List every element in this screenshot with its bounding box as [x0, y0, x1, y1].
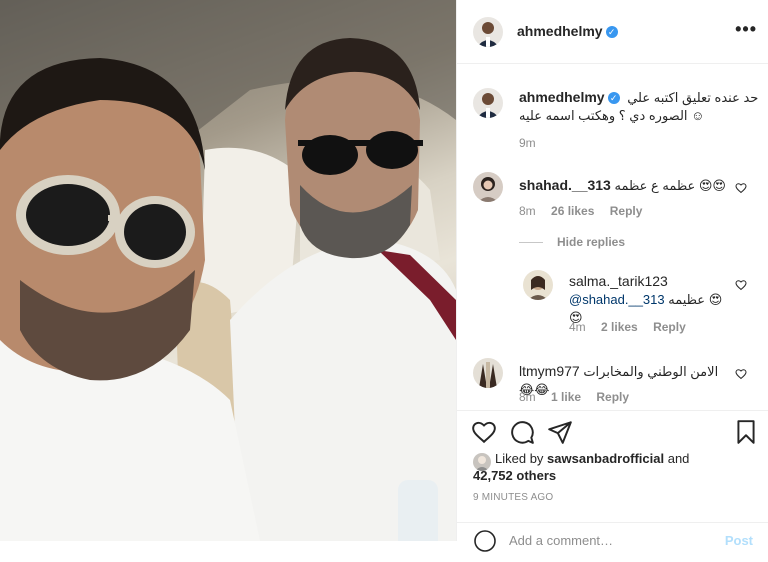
comment-avatar[interactable]	[473, 172, 503, 202]
comment-text: عظمه ع عظمه 😍😍	[614, 178, 726, 193]
author-avatar[interactable]	[473, 16, 503, 47]
comment-meta: 8m 26 likes Reply	[519, 204, 654, 218]
caption-username[interactable]: ahmedhelmy	[519, 89, 605, 105]
comment-username[interactable]: ltmym977	[519, 363, 580, 379]
comment-meta: 8m 1 like Reply	[519, 390, 641, 404]
liked-by-count[interactable]: 42,752 others	[473, 468, 556, 483]
caption-text-line1: حد عنده تعليق اكتبه علي	[627, 90, 759, 105]
more-options-icon[interactable]: •••	[735, 20, 757, 38]
reply-avatar[interactable]	[523, 270, 553, 300]
reply-mention[interactable]: @shahad.__313	[569, 292, 665, 307]
author-username[interactable]: ahmedhelmy	[517, 23, 603, 39]
post-timestamp[interactable]: 9 MINUTES AGO	[473, 492, 553, 503]
comment-time: 8m	[519, 204, 536, 218]
share-paper-plane-icon[interactable]	[547, 419, 573, 445]
caption-avatar[interactable]	[473, 88, 503, 118]
action-bar	[457, 410, 768, 454]
reply-button[interactable]: Reply	[596, 390, 629, 404]
add-comment-bar: Add a comment… Post	[457, 522, 768, 562]
verified-badge-icon: ✓	[607, 92, 620, 104]
post-header: ahmedhelmy ✓ •••	[457, 0, 768, 64]
reply-button[interactable]: Reply	[653, 320, 686, 334]
post-photo[interactable]	[0, 0, 456, 541]
like-comment-icon[interactable]	[735, 368, 747, 380]
comment-username[interactable]: shahad.__313	[519, 177, 611, 193]
comments-list: ahmedhelmy ✓ حد عنده تعليق اكتبه علي الصو…	[457, 64, 768, 410]
comment-bubble-icon[interactable]	[509, 419, 535, 445]
comment-body: shahad.__313 عظمه ع عظمه 😍😍	[519, 176, 729, 195]
liked-by-user[interactable]: sawsanbadrofficial	[547, 451, 664, 466]
reply-body: salma._tarik123 @shahad.__313 عظيمه 😍😍	[569, 272, 729, 327]
reply-likes[interactable]: 2 likes	[601, 320, 638, 334]
reply-meta: 4m 2 likes Reply	[569, 320, 698, 334]
selfie-illustration	[0, 0, 456, 541]
hide-replies-button[interactable]: Hide replies	[519, 235, 625, 249]
caption-text-line2: الصوره دي ؟ وهكتب اسمه عليه ☺	[519, 108, 705, 123]
save-bookmark-icon[interactable]	[733, 419, 759, 445]
emoji-icon[interactable]	[473, 529, 497, 553]
instagram-post: ahmedhelmy ✓ ••• ahmedhelmy ✓ حد عنده تعلي…	[0, 0, 768, 552]
like-comment-icon[interactable]	[735, 182, 747, 194]
like-reply-icon[interactable]	[735, 279, 747, 291]
reply-button[interactable]: Reply	[610, 204, 643, 218]
verified-badge-icon: ✓	[605, 25, 618, 38]
comment-likes[interactable]: 1 like	[551, 390, 581, 404]
liked-by-summary: Liked by sawsanbadrofficial and 42,752 o…	[473, 450, 763, 484]
comment-likes[interactable]: 26 likes	[551, 204, 594, 218]
post-details-panel: ahmedhelmy ✓ ••• ahmedhelmy ✓ حد عنده تعلي…	[456, 0, 768, 552]
liked-by-prefix: Liked by	[495, 451, 544, 466]
caption: ahmedhelmy ✓ حد عنده تعليق اكتبه علي الصو…	[519, 88, 759, 125]
reply-time: 4m	[569, 320, 586, 334]
comment-time: 8m	[519, 390, 536, 404]
like-heart-icon[interactable]	[471, 419, 497, 445]
liked-by-and: and	[667, 451, 690, 466]
caption-time: 9m	[519, 136, 536, 150]
reply-username[interactable]: salma._tarik123	[569, 273, 668, 289]
comment-avatar[interactable]	[473, 358, 503, 388]
